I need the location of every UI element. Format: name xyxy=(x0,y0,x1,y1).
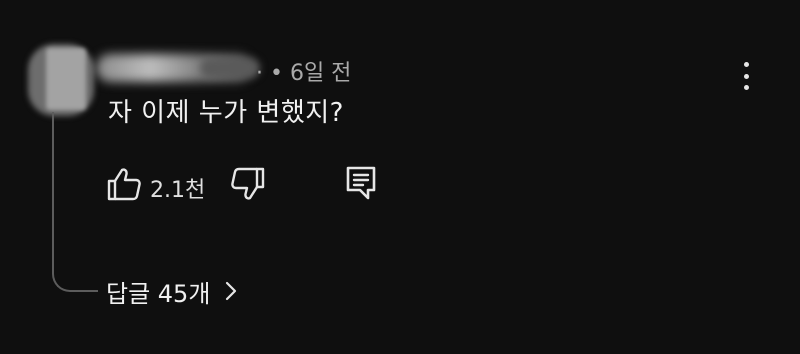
chevron-right-icon xyxy=(226,281,237,301)
comment-timestamp[interactable]: · • 6일 전 xyxy=(256,55,351,87)
like-button[interactable] xyxy=(106,166,142,202)
thread-connector-line xyxy=(52,112,98,292)
like-count: 2.1천 xyxy=(150,178,206,203)
more-vert-icon-dot xyxy=(743,73,749,79)
avatar-blur xyxy=(46,48,86,110)
dislike-button[interactable] xyxy=(230,166,266,202)
replies-count-label: 답글 45개 xyxy=(106,279,211,308)
more-vert-icon-dot xyxy=(743,85,749,90)
thumbs-up-icon xyxy=(107,168,141,201)
view-replies-button[interactable]: 답글 45개 xyxy=(106,274,240,308)
more-options-button[interactable] xyxy=(734,58,758,94)
comment-text: 자 이제 누가 변했지? xyxy=(108,98,344,128)
more-vert-icon xyxy=(743,62,749,67)
thumbs-down-icon xyxy=(231,167,265,200)
comment-thread: · • 6일 전 자 이제 누가 변했지? 2.1천 답글 45개 xyxy=(0,0,800,354)
reply-button[interactable] xyxy=(344,164,378,202)
comment-reply-icon xyxy=(346,166,376,200)
author-name-blurred-tail xyxy=(200,58,260,78)
